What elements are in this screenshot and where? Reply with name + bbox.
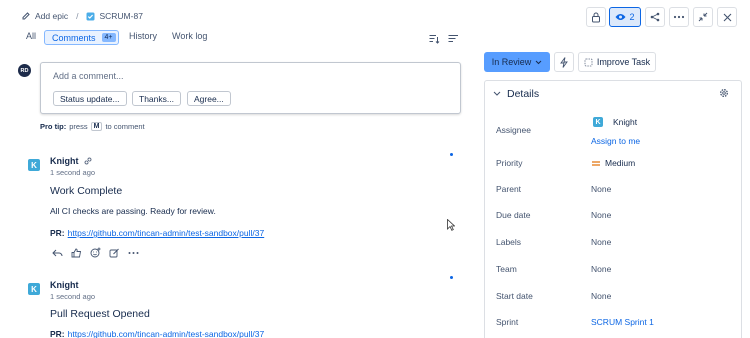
parent-value[interactable]: None (591, 184, 611, 194)
unread-indicator (450, 276, 453, 279)
comment-author-avatar: K (28, 283, 40, 295)
assignee-value[interactable]: K Knight (593, 117, 637, 127)
add-epic-icon (21, 11, 31, 21)
improve-task-button[interactable]: Improve Task (578, 52, 656, 72)
status-dropdown[interactable]: In Review (484, 52, 550, 72)
tab-work-log[interactable]: Work log (172, 31, 207, 41)
field-label-sprint: Sprint (496, 317, 519, 327)
assignee-avatar: K (593, 117, 603, 127)
field-label-labels: Labels (496, 237, 522, 247)
watch-button[interactable]: 2 (609, 7, 641, 27)
field-label-parent: Parent (496, 184, 522, 194)
suggestion-thanks[interactable]: Thanks... (132, 91, 181, 106)
share-icon (650, 12, 660, 22)
comment-composer[interactable]: Add a comment... Status update... Thanks… (40, 62, 461, 114)
assign-to-me-link[interactable]: Assign to me (591, 136, 640, 146)
priority-medium-icon (592, 160, 600, 166)
comment-pr-line: PR: https://github.com/tincan-admin/test… (50, 228, 265, 238)
sprint-value[interactable]: SCRUM Sprint 1 (591, 317, 654, 327)
collapse-icon (698, 12, 708, 22)
breadcrumb: Add epic / SCRUM-87 (21, 11, 143, 21)
comment-input[interactable]: Add a comment... (53, 71, 124, 81)
comment-author-avatar: K (28, 159, 40, 171)
pr-link[interactable]: https://github.com/tincan-admin/test-san… (68, 329, 265, 338)
comment-timestamp: 1 second ago (50, 292, 96, 301)
unread-indicator (450, 153, 453, 156)
watch-count: 2 (629, 12, 635, 22)
mouse-cursor-icon (447, 219, 455, 231)
more-icon (673, 15, 685, 19)
keyboard-shortcut-key: M (90, 122, 103, 131)
labels-value[interactable]: None (591, 237, 611, 247)
more-actions-button[interactable] (669, 7, 689, 27)
tab-history[interactable]: History (129, 31, 157, 41)
team-value[interactable]: None (591, 264, 611, 274)
comment-body: All CI checks are passing. Ready for rev… (50, 206, 216, 216)
priority-value[interactable]: Medium (592, 158, 635, 168)
lightning-icon (560, 56, 568, 68)
collapse-button[interactable] (693, 7, 713, 27)
chevron-down-icon (535, 60, 542, 64)
issue-type-icon (86, 12, 95, 21)
pr-link[interactable]: https://github.com/tincan-admin/test-san… (68, 228, 265, 238)
chevron-down-icon (493, 91, 501, 96)
lock-button[interactable] (586, 7, 606, 27)
field-label-assignee: Assignee (496, 125, 531, 135)
comment-title: Pull Request Opened (50, 308, 150, 320)
current-user-avatar: RD (18, 64, 31, 77)
comment-actions (52, 247, 139, 258)
link-icon (84, 157, 92, 165)
comment-title: Work Complete (50, 185, 123, 197)
comment-author[interactable]: Knight (50, 280, 79, 290)
sort-icon (429, 35, 440, 44)
details-toggle[interactable]: Details (493, 88, 539, 100)
share-button[interactable] (645, 7, 665, 27)
sort-button[interactable] (429, 34, 440, 44)
issue-key-link[interactable]: SCRUM-87 (99, 11, 142, 21)
gear-icon (720, 89, 728, 97)
reply-icon[interactable] (52, 248, 63, 258)
suggestion-agree[interactable]: Agree... (187, 91, 231, 106)
tab-all[interactable]: All (26, 31, 36, 41)
breadcrumb-separator: / (76, 11, 79, 21)
due-date-value[interactable]: None (591, 210, 611, 220)
eye-icon (615, 14, 626, 20)
sparkle-icon (584, 58, 593, 66)
close-icon (723, 13, 731, 21)
pro-tip: Pro tip: press M to comment (40, 122, 145, 131)
filter-icon (448, 35, 458, 42)
tab-comments-label: Comments (52, 32, 96, 43)
comment-timestamp: 1 second ago (50, 168, 96, 177)
start-date-value[interactable]: None (591, 291, 611, 301)
comments-count-badge: 4+ (101, 33, 116, 42)
add-epic-link[interactable]: Add epic (35, 11, 68, 21)
tab-comments[interactable]: Comments 4+ (44, 30, 119, 45)
comment-pr-line: PR: https://github.com/tincan-admin/test… (50, 329, 265, 338)
thumbs-up-icon[interactable] (71, 248, 82, 258)
field-label-start-date: Start date (496, 291, 533, 301)
field-label-due-date: Due date (496, 210, 531, 220)
lock-icon (592, 12, 600, 22)
field-label-priority: Priority (496, 158, 523, 168)
field-label-team: Team (496, 264, 517, 274)
details-settings-button[interactable] (719, 88, 729, 98)
details-heading: Details (507, 88, 540, 100)
comment-author[interactable]: Knight (50, 156, 79, 166)
more-icon[interactable] (128, 251, 139, 255)
comment-permalink-button[interactable] (83, 156, 93, 166)
filter-button[interactable] (448, 34, 459, 44)
suggestion-status-update[interactable]: Status update... (53, 91, 127, 106)
edit-icon[interactable] (109, 248, 120, 258)
add-reaction-icon[interactable] (90, 247, 101, 258)
close-button[interactable] (717, 7, 737, 27)
automation-button[interactable] (554, 52, 574, 72)
